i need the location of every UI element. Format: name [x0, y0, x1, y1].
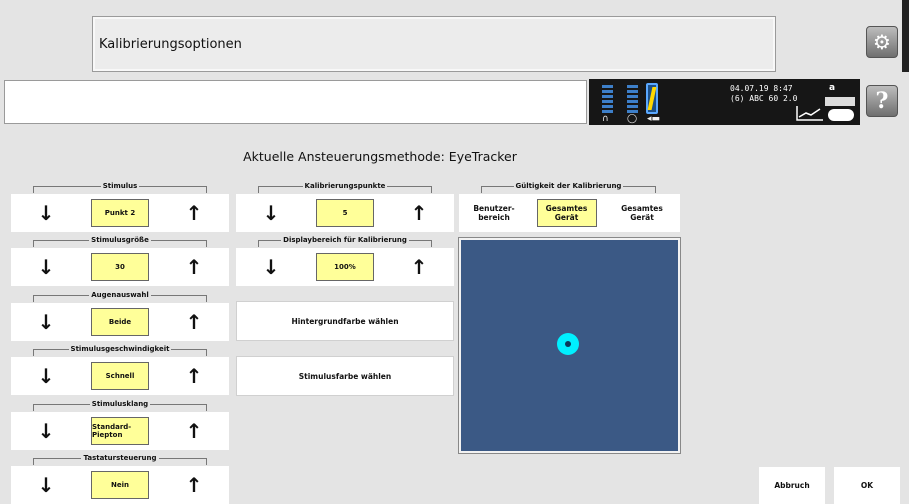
- validity-whole-device-button[interactable]: Gesamtes Gerät: [604, 194, 680, 232]
- arrow-down-icon: ↓: [37, 473, 55, 497]
- tastatursteuerung-increase-button[interactable]: ↑: [159, 466, 229, 504]
- augenauswahl-increase-button[interactable]: ↑: [159, 303, 229, 341]
- stimulus-decrease-button[interactable]: ↓: [11, 194, 81, 232]
- question-mark-icon: ?: [875, 88, 889, 114]
- augenauswahl-decrease-button[interactable]: ↓: [11, 303, 81, 341]
- displaybereich-fuer-kalibrierung-increase-button[interactable]: ↑: [384, 248, 454, 286]
- stimulusgeschwindigkeit-group: Stimulusgeschwindigkeit: [33, 345, 207, 356]
- validity-label: Gültigkeit der Kalibrierung: [513, 182, 624, 190]
- stimulusgeschwindigkeit-decrease-button[interactable]: ↓: [11, 357, 81, 395]
- arrow-up-icon: ↑: [185, 364, 203, 388]
- stimulus-increase-button[interactable]: ↑: [159, 194, 229, 232]
- arrow-down-icon: ↓: [37, 364, 55, 388]
- page-title: Kalibrierungsoptionen: [99, 37, 242, 52]
- stimulusklang-value: Standard-Piepton: [91, 417, 149, 445]
- graph-icon: [796, 106, 823, 121]
- language-indicator: a: [829, 83, 836, 93]
- arrow-down-icon: ↓: [262, 201, 280, 225]
- arrow-down-icon: ↓: [37, 310, 55, 334]
- arrow-up-icon: ↑: [185, 255, 203, 279]
- validity-user-area-button[interactable]: Benutzer- bereich: [459, 194, 529, 232]
- stimulusgroesse-value: 30: [91, 253, 149, 281]
- augenauswahl-label: Augenauswahl: [89, 291, 151, 299]
- arrow-down-icon: ↓: [37, 419, 55, 443]
- stimulusklang-group: Stimulusklang: [33, 400, 207, 411]
- microphone-icon: ◯: [627, 114, 638, 124]
- validity-group: Gültigkeit der Kalibrierung: [481, 182, 656, 193]
- status-device: (6) ABC 60 2.0: [730, 94, 798, 103]
- stimulus-value: Punkt 2: [91, 199, 149, 227]
- arrow-up-icon: ↑: [185, 419, 203, 443]
- kalibrierungspunkte-value: 5: [316, 199, 374, 227]
- kalibrierungspunkte-label: Kalibrierungspunkte: [302, 182, 388, 190]
- stimulus-group: Stimulus: [33, 182, 207, 193]
- mic-level-icon: [627, 85, 638, 113]
- stimulusgroesse-decrease-button[interactable]: ↓: [11, 248, 81, 286]
- stimulus-dot: [557, 333, 579, 355]
- stimulusgeschwindigkeit-label: Stimulusgeschwindigkeit: [68, 345, 172, 353]
- stimulusklang-label: Stimulusklang: [89, 400, 151, 408]
- status-panel: ∩ ◯ ◂▬ 04.07.19 8:47 (6) ABC 60 2.0 a: [589, 79, 860, 125]
- calibration-preview: [458, 237, 681, 454]
- battery-icon: [646, 83, 658, 114]
- keyboard-icon: [825, 97, 855, 106]
- choose-stimulus-color-button[interactable]: Stimulusfarbe wählen: [236, 356, 454, 396]
- tastatursteuerung-decrease-button[interactable]: ↓: [11, 466, 81, 504]
- displaybereich-fuer-kalibrierung-group: Displaybereich für Kalibrierung: [258, 236, 432, 247]
- displaybereich-fuer-kalibrierung-label: Displaybereich für Kalibrierung: [281, 236, 409, 244]
- status-datetime: 04.07.19 8:47: [730, 84, 793, 93]
- tastatursteuerung-label: Tastatursteuerung: [81, 454, 159, 462]
- speech-bubble-icon: [828, 109, 854, 121]
- kalibrierungspunkte-increase-button[interactable]: ↑: [384, 194, 454, 232]
- scrollbar[interactable]: [902, 0, 909, 72]
- arrow-down-icon: ↓: [37, 201, 55, 225]
- validity-selected-value: Gesamtes Gerät: [536, 199, 597, 227]
- stimulus-label: Stimulus: [100, 182, 140, 190]
- help-button[interactable]: ?: [866, 85, 898, 117]
- settings-gear-button[interactable]: ⚙: [866, 26, 898, 58]
- power-plug-icon: ◂▬: [647, 114, 661, 124]
- arrow-up-icon: ↑: [410, 201, 428, 225]
- stimulusgroesse-increase-button[interactable]: ↑: [159, 248, 229, 286]
- stimulusklang-decrease-button[interactable]: ↓: [11, 412, 81, 450]
- stimulusgeschwindigkeit-value: Schnell: [91, 362, 149, 390]
- arrow-up-icon: ↑: [185, 473, 203, 497]
- arrow-down-icon: ↓: [262, 255, 280, 279]
- volume-level-icon: [602, 85, 613, 113]
- displaybereich-fuer-kalibrierung-decrease-button[interactable]: ↓: [236, 248, 306, 286]
- ok-button[interactable]: OK: [834, 467, 900, 504]
- arrow-up-icon: ↑: [410, 255, 428, 279]
- stimulusgroesse-group: Stimulusgröße: [33, 236, 207, 247]
- kalibrierungspunkte-group: Kalibrierungspunkte: [258, 182, 432, 193]
- stimulusgroesse-label: Stimulusgröße: [89, 236, 151, 244]
- choose-background-color-button[interactable]: Hintergrundfarbe wählen: [236, 301, 454, 341]
- cancel-button[interactable]: Abbruch: [759, 467, 825, 504]
- arrow-down-icon: ↓: [37, 255, 55, 279]
- tastatursteuerung-value: Nein: [91, 471, 149, 499]
- headphones-icon: ∩: [602, 114, 609, 124]
- arrow-up-icon: ↑: [185, 310, 203, 334]
- augenauswahl-group: Augenauswahl: [33, 291, 207, 302]
- message-field: [4, 80, 587, 124]
- method-title: Aktuelle Ansteuerungsmethode: EyeTracker: [243, 149, 517, 164]
- stimulusklang-increase-button[interactable]: ↑: [159, 412, 229, 450]
- stimulusgeschwindigkeit-increase-button[interactable]: ↑: [159, 357, 229, 395]
- gear-icon: ⚙: [873, 30, 891, 54]
- augenauswahl-value: Beide: [91, 308, 149, 336]
- tastatursteuerung-group: Tastatursteuerung: [33, 454, 207, 465]
- validity-whole-device-selected[interactable]: Gesamtes Gerät: [529, 194, 604, 232]
- displaybereich-fuer-kalibrierung-value: 100%: [316, 253, 374, 281]
- title-bar: Kalibrierungsoptionen: [92, 16, 776, 72]
- kalibrierungspunkte-decrease-button[interactable]: ↓: [236, 194, 306, 232]
- stimulus-dot-center: [565, 341, 571, 347]
- arrow-up-icon: ↑: [185, 201, 203, 225]
